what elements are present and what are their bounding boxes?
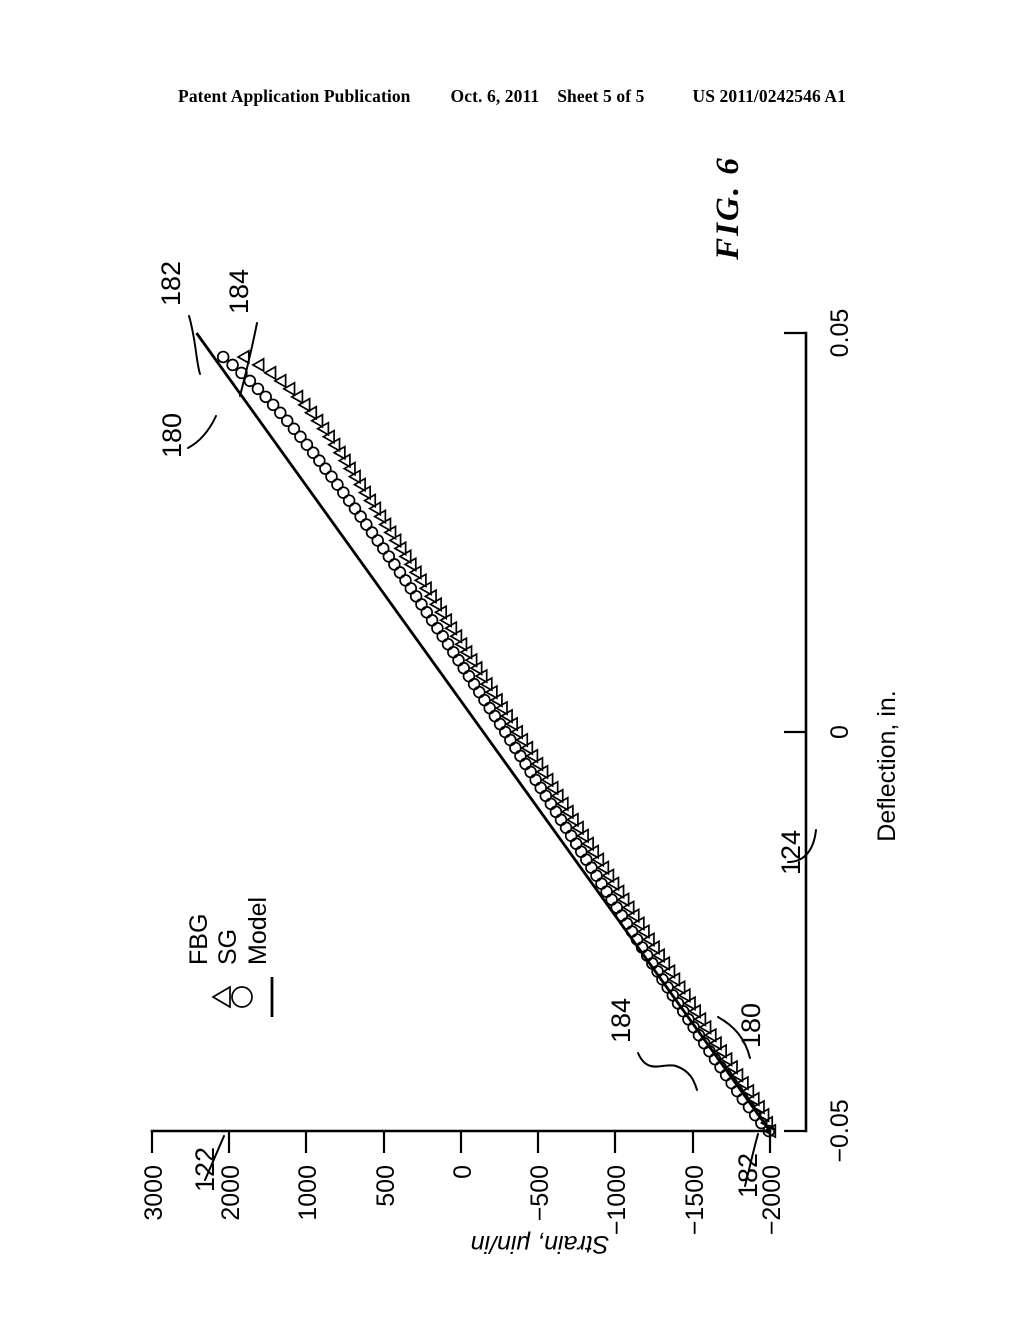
ref-numeral-184-top: 184 [224,269,254,314]
data-point-sg [509,741,522,755]
data-point-sg [226,358,239,372]
strain-tick-label: 2000 [217,1165,245,1221]
deflection-tick-labels: −0.05 0 0.05 [826,309,854,1163]
data-point-sg [420,606,434,619]
strain-tick-label: 0 [449,1165,477,1179]
data-point-fbg [297,397,311,413]
data-point-sg [559,821,573,835]
data-point-sg [620,917,634,930]
strain-axis-ticks [150,1131,772,1153]
data-point-sg [549,805,563,819]
data-point-sg [467,677,481,691]
data-point-sg [404,582,418,595]
data-point-sg [452,653,465,667]
strain-tick-label: −1500 [681,1165,709,1235]
chart-axes [150,331,808,1133]
ref-numeral-182-bottom: 182 [733,1153,763,1198]
data-point-sg [447,645,460,659]
sheet-number: Sheet 5 of 5 [557,86,645,106]
series-model [195,332,772,1132]
publication-label: Patent Application Publication [178,86,411,106]
data-point-sg [575,845,588,858]
ref-numeral-180-bottom: 180 [736,1003,766,1048]
data-point-sg [595,877,608,890]
data-point-sg [544,797,558,811]
data-point-sg [483,701,496,715]
ref-numeral-124: 124 [776,830,806,875]
data-point-sg [499,725,512,739]
data-point-sg [590,869,603,882]
data-point-sg [436,629,449,643]
strain-tick-label: 1000 [294,1165,322,1221]
data-point-sg [488,709,502,723]
data-point-fbg [263,365,277,381]
data-point-sg [415,598,428,611]
data-point-sg [478,693,491,707]
strain-tick-labels: 3000 2000 1000 500 0 −500 −1000 −1500 −2… [140,1165,786,1235]
ref-numeral-182-top: 182 [156,261,186,306]
legend-circle-icon [231,986,253,1008]
legend-label-model: Model [244,897,272,965]
data-point-sg [569,837,583,850]
data-point-sg [431,622,444,635]
data-point-sg [600,885,613,898]
data-point-sg [585,861,598,874]
ref-numeral-184-bottom: 184 [606,998,636,1043]
patent-header: Patent Application Publication Oct. 6, 2… [0,86,1024,112]
model-trend-line [195,332,772,1132]
data-point-fbg [290,389,304,405]
figure-area: FIG. 6 3000 2000 1000 500 0 −500 −1000 −… [0,118,1024,1320]
deflection-tick-label: −0.05 [826,1099,854,1162]
deflection-tick-label: 0.05 [826,309,854,358]
data-point-sg [473,685,486,699]
data-point-sg [615,909,629,922]
data-point-sg [519,757,532,771]
data-point-fbg [251,357,265,373]
legend-label-fbg: FBG [185,914,213,965]
deflection-axis-ticks [784,331,806,1133]
chart-legend: FBG SG Model [185,897,274,1017]
data-point-sg [441,637,455,651]
strain-tick-label: 3000 [140,1165,168,1221]
publication-date: Oct. 6, 2011 [450,86,540,106]
data-point-sg [529,773,542,787]
data-point-sg [534,781,547,795]
strain-tick-label: −500 [526,1165,554,1221]
data-point-sg [504,733,517,747]
data-point-sg [539,789,553,803]
data-point-sg [457,661,470,675]
data-point-fbg [273,373,287,389]
chart-series-layer [195,332,777,1139]
strain-axis-title: Strain, μin/in [471,1230,610,1258]
ref-numeral-180-top: 180 [157,413,187,458]
strain-tick-label: 500 [372,1165,400,1207]
legend-triangle-icon [211,985,231,1009]
patent-number: US 2011/0242546 A1 [692,86,846,106]
data-point-sg [425,614,439,627]
data-point-sg [216,350,230,364]
strain-tick-label: −1000 [603,1165,631,1235]
data-point-sg [462,669,476,683]
data-point-sg [610,901,623,914]
data-point-sg [580,853,593,866]
deflection-axis-title: Deflection, in. [873,690,901,841]
deflection-tick-label: 0 [826,725,854,739]
ref-numeral-122: 122 [190,1147,220,1192]
strain-vs-deflection-chart: 3000 2000 1000 500 0 −500 −1000 −1500 −2… [140,261,901,1258]
data-point-sg [409,590,423,603]
data-point-fbg [236,349,250,365]
legend-label-sg: SG [214,929,242,965]
data-point-sg [564,829,578,842]
data-point-sg [524,765,537,779]
data-point-sg [554,813,568,827]
data-point-sg [605,893,618,906]
data-point-sg [514,749,527,763]
data-point-sg [493,717,507,731]
